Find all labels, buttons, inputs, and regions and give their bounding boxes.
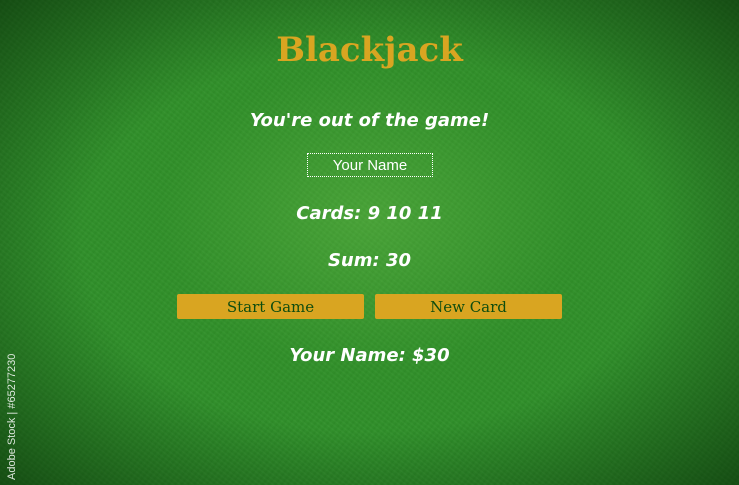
player-balance: Your Name: $30 [289, 345, 450, 366]
cards-display: Cards: 9 10 11 [296, 203, 443, 224]
player-name-input[interactable] [307, 153, 433, 177]
game-message: You're out of the game! [249, 110, 490, 131]
page-title: Blackjack [276, 30, 463, 70]
sum-display: Sum: 30 [327, 250, 412, 271]
start-game-button[interactable]: Start Game [177, 294, 364, 319]
new-card-button[interactable]: New Card [375, 294, 562, 319]
stock-watermark: Adobe Stock | #65277230 [6, 353, 18, 480]
